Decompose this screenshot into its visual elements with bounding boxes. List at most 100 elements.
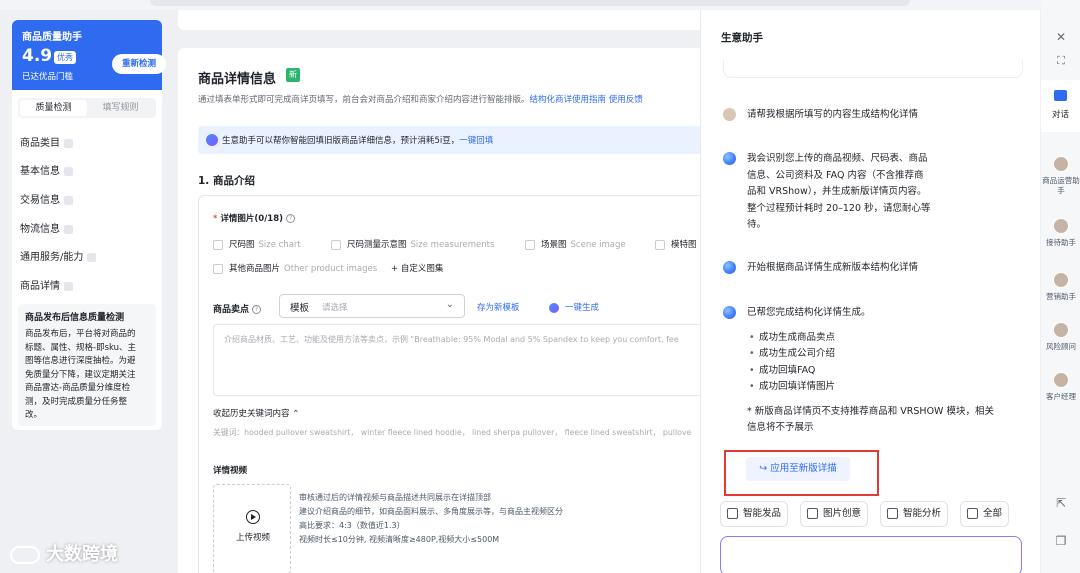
avatar xyxy=(1053,218,1069,234)
expand-icon[interactable]: ⛶ xyxy=(1055,54,1067,68)
avatar xyxy=(1053,272,1069,288)
agent-label: 风险顾问 xyxy=(1046,342,1076,351)
grid-icon xyxy=(967,508,978,519)
nav-item-label: 基本信息 xyxy=(20,166,60,177)
checkbox-size-measurements[interactable]: 尺码测量示意图 Size measurements xyxy=(331,238,494,250)
agent-label: 商品运营助手 xyxy=(1042,176,1080,195)
checkbox-label-en: Size measurements xyxy=(410,240,495,250)
nav-item-services[interactable]: 通用服务/能力 xyxy=(20,248,97,263)
textarea-placeholder: 介绍商品材质、工艺、功能及使用方法等卖点，示例 "Breathable: 95%… xyxy=(224,335,679,344)
quality-level-badge: 优秀 xyxy=(54,51,76,64)
chip-image-creative[interactable]: 图片创意 xyxy=(800,501,869,527)
history-keywords: 关键词：hooded pullover sweatshirt， winter f… xyxy=(213,428,692,437)
selling-points-textarea[interactable]: 介绍商品材质、工艺、功能及使用方法等卖点，示例 "Breathable: 95%… xyxy=(213,324,719,396)
chart-icon xyxy=(887,508,898,519)
nav-item-label: 交易信息 xyxy=(20,195,60,206)
nav-item-label: 商品详情 xyxy=(20,281,60,292)
notice-body: 商品发布后，平台将对商品的 标题、属性、规格-即sku、主 图等信息进行深度抽检… xyxy=(25,328,149,423)
checkbox-label: 其他商品图片 xyxy=(229,264,281,274)
guide-link[interactable]: 结构化商详使用指南 xyxy=(530,95,607,105)
product-intro-section: * 详情图片(0/18)? 尺码图 Size chart 尺码测量示意图 Size … xyxy=(198,195,719,573)
check-icon xyxy=(64,224,73,234)
detail-video-title: 详情视频 xyxy=(213,466,248,476)
template-placeholder: 请选择 xyxy=(322,303,348,313)
play-icon xyxy=(246,510,260,524)
help-icon[interactable]: ? xyxy=(286,214,296,223)
nav-item-trade-info[interactable]: 交易信息 xyxy=(20,191,73,206)
selling-points-text: 商品卖点 xyxy=(213,305,250,315)
nav-item-category[interactable]: 商品类目 xyxy=(20,134,73,149)
notice-line: 商品发布后，平台将对商品的 xyxy=(25,329,136,339)
checkbox-label: 模特图 xyxy=(671,240,697,250)
add-custom-set-button[interactable]: + 自定义图集 xyxy=(391,262,443,274)
left-panel: 质量检测 填写规则 商品类目 基本信息 交易信息 物流信息 通用服务/能力 商品… xyxy=(12,90,162,430)
assistant-message-text: 已帮您完成结构化详情生成。 成功生成商品卖点 成功生成公司介绍 成功回填FAQ … xyxy=(747,305,994,437)
main-header-card xyxy=(178,10,718,30)
message-line: 品和 VRShow），并生成新版详情页内容。 xyxy=(747,186,927,197)
one-click-generate-button[interactable]: 一键生成 xyxy=(549,301,599,313)
product-detail-form: 商品详情信息 新 通过填表单形式即可完成商详页填写，前台会对商品介绍和商家介绍内… xyxy=(178,48,719,573)
chip-label: 智能发品 xyxy=(743,508,782,519)
collapse-history-keywords[interactable]: 收起历史关键词内容 ⌃ xyxy=(213,407,299,419)
recheck-button[interactable]: 重新检测 xyxy=(112,54,166,74)
tab-fill-rules[interactable]: 填写规则 xyxy=(87,100,154,116)
video-req-line: 审核通过后的详情视频与商品描述共同展示在详描顶部 xyxy=(299,493,491,502)
checkbox-other-images[interactable]: 其他商品图片 Other product images xyxy=(213,262,377,274)
quality-subtitle: 已达优品门槛 xyxy=(22,72,74,82)
check-icon xyxy=(87,252,97,262)
post-publish-notice: 商品发布后信息质量检测 商品发布后，平台将对商品的 标题、属性、规格-即sku、… xyxy=(18,304,156,426)
result-item: 成功回填FAQ xyxy=(747,363,994,380)
quality-assistant-card: 商品质量助手 4.9 优秀 已达优品门槛 重新检测 xyxy=(12,20,166,90)
checkbox-icon xyxy=(655,239,665,250)
agent-label: 营销助手 xyxy=(1046,292,1076,301)
message-line: 已帮您完成结构化详情生成。 xyxy=(747,307,871,318)
checkbox-label-en: Size chart xyxy=(258,240,301,250)
message-line: 我会识别您上传的商品视频、尺码表、商品 xyxy=(747,153,928,164)
close-icon[interactable]: ✕ xyxy=(1055,30,1067,44)
new-badge: 新 xyxy=(286,68,300,82)
note-line: 信息将不予展示 xyxy=(747,422,814,433)
video-req-line: 建议介绍商品的细节，如商品面料展示、多角度展示等，与商品主视频区分 xyxy=(299,507,563,516)
template-select[interactable]: 模板 请选择 ⌄ xyxy=(279,294,465,318)
chip-smart-analysis[interactable]: 智能分析 xyxy=(880,501,949,527)
checkbox-label-en: Scene image xyxy=(570,240,626,250)
upload-video-button[interactable]: 上传视频 xyxy=(213,484,291,573)
notice-line: 测，及时完成质量分任务整 xyxy=(25,396,128,407)
checkbox-scene-image[interactable]: 场景图 Scene image xyxy=(525,238,626,250)
one-click-backfill-link[interactable]: 一键回填 xyxy=(459,136,493,146)
page-title: 商品详情信息 xyxy=(198,72,277,87)
ai-tip-text: 生意助手可以帮你智能回填旧版商品详细信息，预计消耗5i豆，一键回填 xyxy=(222,134,493,146)
sidebar-item-dialog[interactable]: 对话 xyxy=(1041,80,1080,132)
checkbox-model-image[interactable]: 模特图 xyxy=(655,238,697,250)
user-message-text: 请帮我根据所填写的内容生成结构化详情 xyxy=(747,109,919,120)
result-item: 成功回填详情图片 xyxy=(747,379,994,396)
avatar xyxy=(1053,156,1069,172)
notice-line: 免质量分下降，建议定期关注 xyxy=(25,369,136,380)
nav-item-logistics[interactable]: 物流信息 xyxy=(20,220,73,235)
message-line: 信息、公司资料及 FAQ 内容（不含推荐商 xyxy=(747,169,924,181)
share-icon[interactable]: ⇱ xyxy=(1055,496,1067,510)
assistant-avatar-icon xyxy=(723,306,736,319)
chat-input[interactable] xyxy=(720,536,1022,573)
nav-item-label: 通用服务/能力 xyxy=(20,252,84,263)
chip-smart-listing[interactable]: 智能发品 xyxy=(720,501,789,527)
chip-all[interactable]: 全部 xyxy=(960,501,1010,527)
detail-images-label: * 详情图片(0/18)? xyxy=(213,212,296,224)
collapse-label: 收起历史关键词内容 xyxy=(213,409,290,419)
save-template-button[interactable]: 存为新模板 xyxy=(477,301,520,313)
copy-icon[interactable]: ❐ xyxy=(1055,534,1067,548)
checkbox-icon xyxy=(213,239,223,250)
help-icon[interactable]: ? xyxy=(252,305,262,314)
checkbox-icon xyxy=(213,263,223,274)
nav-item-product-detail[interactable]: 商品详情 xyxy=(20,277,73,292)
agent-label: 客户经理 xyxy=(1046,392,1076,401)
checkbox-size-chart[interactable]: 尺码图 Size chart xyxy=(213,238,301,250)
watermark-logo-icon xyxy=(10,546,40,564)
description-text: 通过填表单形式即可完成商详页填写，前台会对商品介绍和商家介绍内容进行智能排版。 xyxy=(198,95,530,105)
quality-tabs: 质量检测 填写规则 xyxy=(18,98,156,118)
feedback-link[interactable]: 使用反馈 xyxy=(609,95,643,105)
tab-quality-check[interactable]: 质量检测 xyxy=(20,100,87,116)
result-item: 成功生成商品卖点 xyxy=(747,330,994,347)
nav-item-basic-info[interactable]: 基本信息 xyxy=(20,162,73,177)
assistant-avatar-icon xyxy=(723,152,736,165)
